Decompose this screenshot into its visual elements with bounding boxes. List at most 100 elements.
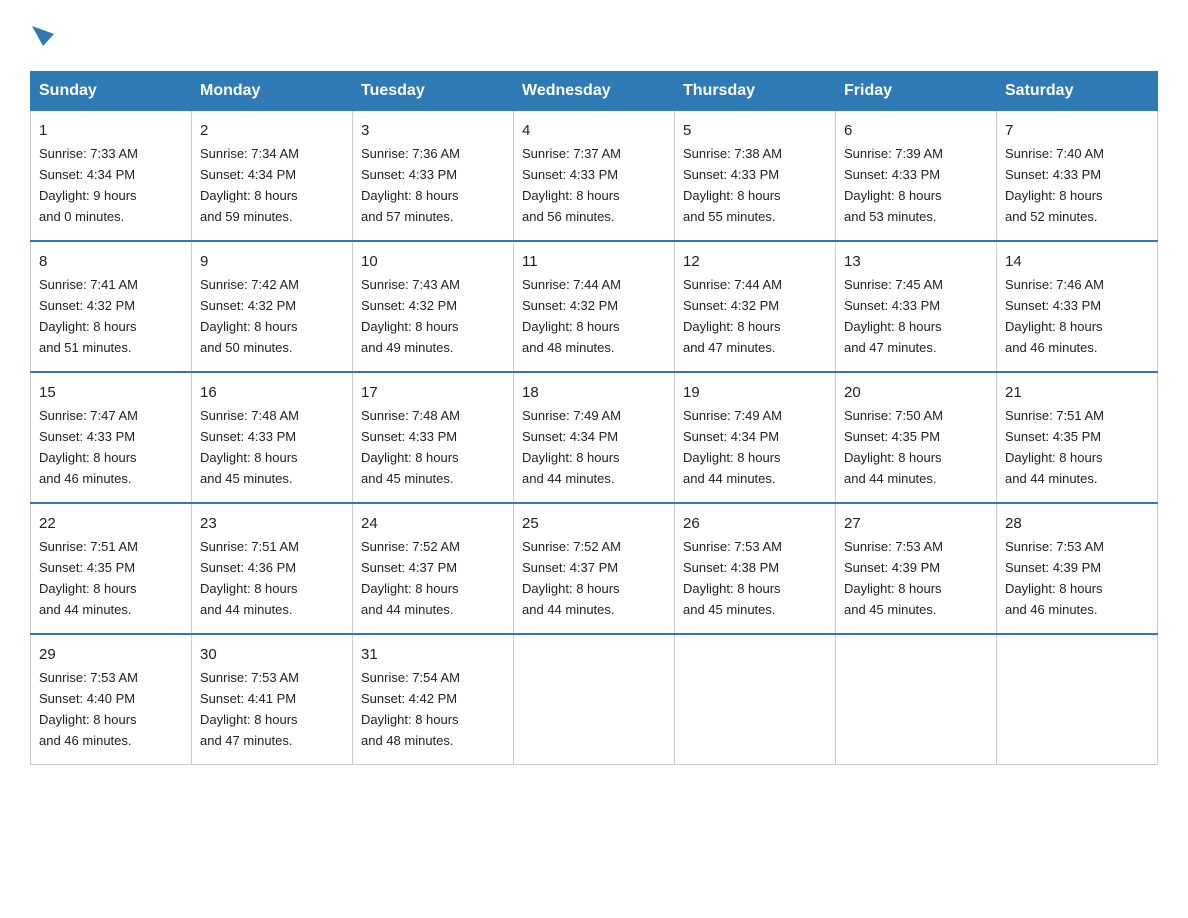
table-row: 30 Sunrise: 7:53 AMSunset: 4:41 PMDaylig… [192, 634, 353, 764]
table-row: 2 Sunrise: 7:34 AMSunset: 4:34 PMDayligh… [192, 111, 353, 241]
table-row: 24 Sunrise: 7:52 AMSunset: 4:37 PMDaylig… [353, 503, 514, 634]
day-number: 4 [522, 119, 666, 142]
day-number: 27 [844, 512, 988, 535]
day-info: Sunrise: 7:52 AMSunset: 4:37 PMDaylight:… [361, 539, 460, 617]
table-row: 8 Sunrise: 7:41 AMSunset: 4:32 PMDayligh… [31, 241, 192, 372]
day-number: 2 [200, 119, 344, 142]
table-row: 20 Sunrise: 7:50 AMSunset: 4:35 PMDaylig… [836, 372, 997, 503]
calendar-week-row: 1 Sunrise: 7:33 AMSunset: 4:34 PMDayligh… [31, 111, 1158, 241]
logo-triangle-icon [32, 26, 54, 46]
page-header [30, 20, 1158, 53]
day-number: 24 [361, 512, 505, 535]
day-number: 26 [683, 512, 827, 535]
day-info: Sunrise: 7:53 AMSunset: 4:39 PMDaylight:… [1005, 539, 1104, 617]
table-row: 27 Sunrise: 7:53 AMSunset: 4:39 PMDaylig… [836, 503, 997, 634]
table-row: 28 Sunrise: 7:53 AMSunset: 4:39 PMDaylig… [997, 503, 1158, 634]
table-row: 9 Sunrise: 7:42 AMSunset: 4:32 PMDayligh… [192, 241, 353, 372]
day-info: Sunrise: 7:45 AMSunset: 4:33 PMDaylight:… [844, 277, 943, 355]
day-info: Sunrise: 7:46 AMSunset: 4:33 PMDaylight:… [1005, 277, 1104, 355]
calendar-week-row: 29 Sunrise: 7:53 AMSunset: 4:40 PMDaylig… [31, 634, 1158, 764]
table-row: 10 Sunrise: 7:43 AMSunset: 4:32 PMDaylig… [353, 241, 514, 372]
day-info: Sunrise: 7:51 AMSunset: 4:35 PMDaylight:… [39, 539, 138, 617]
day-number: 11 [522, 250, 666, 273]
day-info: Sunrise: 7:33 AMSunset: 4:34 PMDaylight:… [39, 146, 138, 224]
table-row: 18 Sunrise: 7:49 AMSunset: 4:34 PMDaylig… [514, 372, 675, 503]
col-thursday: Thursday [675, 72, 836, 111]
day-number: 22 [39, 512, 183, 535]
day-number: 20 [844, 381, 988, 404]
day-info: Sunrise: 7:38 AMSunset: 4:33 PMDaylight:… [683, 146, 782, 224]
table-row [514, 634, 675, 764]
table-row: 17 Sunrise: 7:48 AMSunset: 4:33 PMDaylig… [353, 372, 514, 503]
day-number: 10 [361, 250, 505, 273]
day-number: 9 [200, 250, 344, 273]
logo [30, 20, 54, 53]
col-tuesday: Tuesday [353, 72, 514, 111]
day-number: 3 [361, 119, 505, 142]
day-info: Sunrise: 7:54 AMSunset: 4:42 PMDaylight:… [361, 670, 460, 748]
table-row: 6 Sunrise: 7:39 AMSunset: 4:33 PMDayligh… [836, 111, 997, 241]
day-info: Sunrise: 7:37 AMSunset: 4:33 PMDaylight:… [522, 146, 621, 224]
day-info: Sunrise: 7:48 AMSunset: 4:33 PMDaylight:… [361, 408, 460, 486]
day-number: 28 [1005, 512, 1149, 535]
table-row: 5 Sunrise: 7:38 AMSunset: 4:33 PMDayligh… [675, 111, 836, 241]
day-info: Sunrise: 7:49 AMSunset: 4:34 PMDaylight:… [522, 408, 621, 486]
table-row: 26 Sunrise: 7:53 AMSunset: 4:38 PMDaylig… [675, 503, 836, 634]
day-info: Sunrise: 7:52 AMSunset: 4:37 PMDaylight:… [522, 539, 621, 617]
table-row [836, 634, 997, 764]
table-row: 12 Sunrise: 7:44 AMSunset: 4:32 PMDaylig… [675, 241, 836, 372]
day-info: Sunrise: 7:36 AMSunset: 4:33 PMDaylight:… [361, 146, 460, 224]
day-number: 23 [200, 512, 344, 535]
day-info: Sunrise: 7:43 AMSunset: 4:32 PMDaylight:… [361, 277, 460, 355]
col-saturday: Saturday [997, 72, 1158, 111]
calendar-header-row: Sunday Monday Tuesday Wednesday Thursday… [31, 72, 1158, 111]
table-row: 13 Sunrise: 7:45 AMSunset: 4:33 PMDaylig… [836, 241, 997, 372]
table-row: 25 Sunrise: 7:52 AMSunset: 4:37 PMDaylig… [514, 503, 675, 634]
day-number: 7 [1005, 119, 1149, 142]
day-info: Sunrise: 7:40 AMSunset: 4:33 PMDaylight:… [1005, 146, 1104, 224]
day-info: Sunrise: 7:50 AMSunset: 4:35 PMDaylight:… [844, 408, 943, 486]
day-info: Sunrise: 7:41 AMSunset: 4:32 PMDaylight:… [39, 277, 138, 355]
day-number: 6 [844, 119, 988, 142]
table-row: 19 Sunrise: 7:49 AMSunset: 4:34 PMDaylig… [675, 372, 836, 503]
day-number: 18 [522, 381, 666, 404]
table-row: 14 Sunrise: 7:46 AMSunset: 4:33 PMDaylig… [997, 241, 1158, 372]
day-info: Sunrise: 7:53 AMSunset: 4:38 PMDaylight:… [683, 539, 782, 617]
table-row: 31 Sunrise: 7:54 AMSunset: 4:42 PMDaylig… [353, 634, 514, 764]
table-row: 15 Sunrise: 7:47 AMSunset: 4:33 PMDaylig… [31, 372, 192, 503]
table-row: 3 Sunrise: 7:36 AMSunset: 4:33 PMDayligh… [353, 111, 514, 241]
col-monday: Monday [192, 72, 353, 111]
calendar-week-row: 8 Sunrise: 7:41 AMSunset: 4:32 PMDayligh… [31, 241, 1158, 372]
day-number: 17 [361, 381, 505, 404]
table-row: 21 Sunrise: 7:51 AMSunset: 4:35 PMDaylig… [997, 372, 1158, 503]
day-info: Sunrise: 7:51 AMSunset: 4:36 PMDaylight:… [200, 539, 299, 617]
day-info: Sunrise: 7:34 AMSunset: 4:34 PMDaylight:… [200, 146, 299, 224]
day-number: 12 [683, 250, 827, 273]
day-info: Sunrise: 7:39 AMSunset: 4:33 PMDaylight:… [844, 146, 943, 224]
day-info: Sunrise: 7:47 AMSunset: 4:33 PMDaylight:… [39, 408, 138, 486]
day-number: 25 [522, 512, 666, 535]
day-number: 21 [1005, 381, 1149, 404]
day-number: 1 [39, 119, 183, 142]
day-number: 13 [844, 250, 988, 273]
day-info: Sunrise: 7:44 AMSunset: 4:32 PMDaylight:… [683, 277, 782, 355]
day-number: 5 [683, 119, 827, 142]
day-info: Sunrise: 7:53 AMSunset: 4:40 PMDaylight:… [39, 670, 138, 748]
calendar-week-row: 15 Sunrise: 7:47 AMSunset: 4:33 PMDaylig… [31, 372, 1158, 503]
table-row: 23 Sunrise: 7:51 AMSunset: 4:36 PMDaylig… [192, 503, 353, 634]
table-row [675, 634, 836, 764]
day-number: 15 [39, 381, 183, 404]
day-number: 19 [683, 381, 827, 404]
table-row: 1 Sunrise: 7:33 AMSunset: 4:34 PMDayligh… [31, 111, 192, 241]
col-friday: Friday [836, 72, 997, 111]
day-number: 14 [1005, 250, 1149, 273]
day-info: Sunrise: 7:53 AMSunset: 4:39 PMDaylight:… [844, 539, 943, 617]
day-number: 16 [200, 381, 344, 404]
table-row: 4 Sunrise: 7:37 AMSunset: 4:33 PMDayligh… [514, 111, 675, 241]
day-info: Sunrise: 7:42 AMSunset: 4:32 PMDaylight:… [200, 277, 299, 355]
calendar-week-row: 22 Sunrise: 7:51 AMSunset: 4:35 PMDaylig… [31, 503, 1158, 634]
day-number: 31 [361, 643, 505, 666]
day-number: 29 [39, 643, 183, 666]
table-row: 16 Sunrise: 7:48 AMSunset: 4:33 PMDaylig… [192, 372, 353, 503]
table-row: 29 Sunrise: 7:53 AMSunset: 4:40 PMDaylig… [31, 634, 192, 764]
